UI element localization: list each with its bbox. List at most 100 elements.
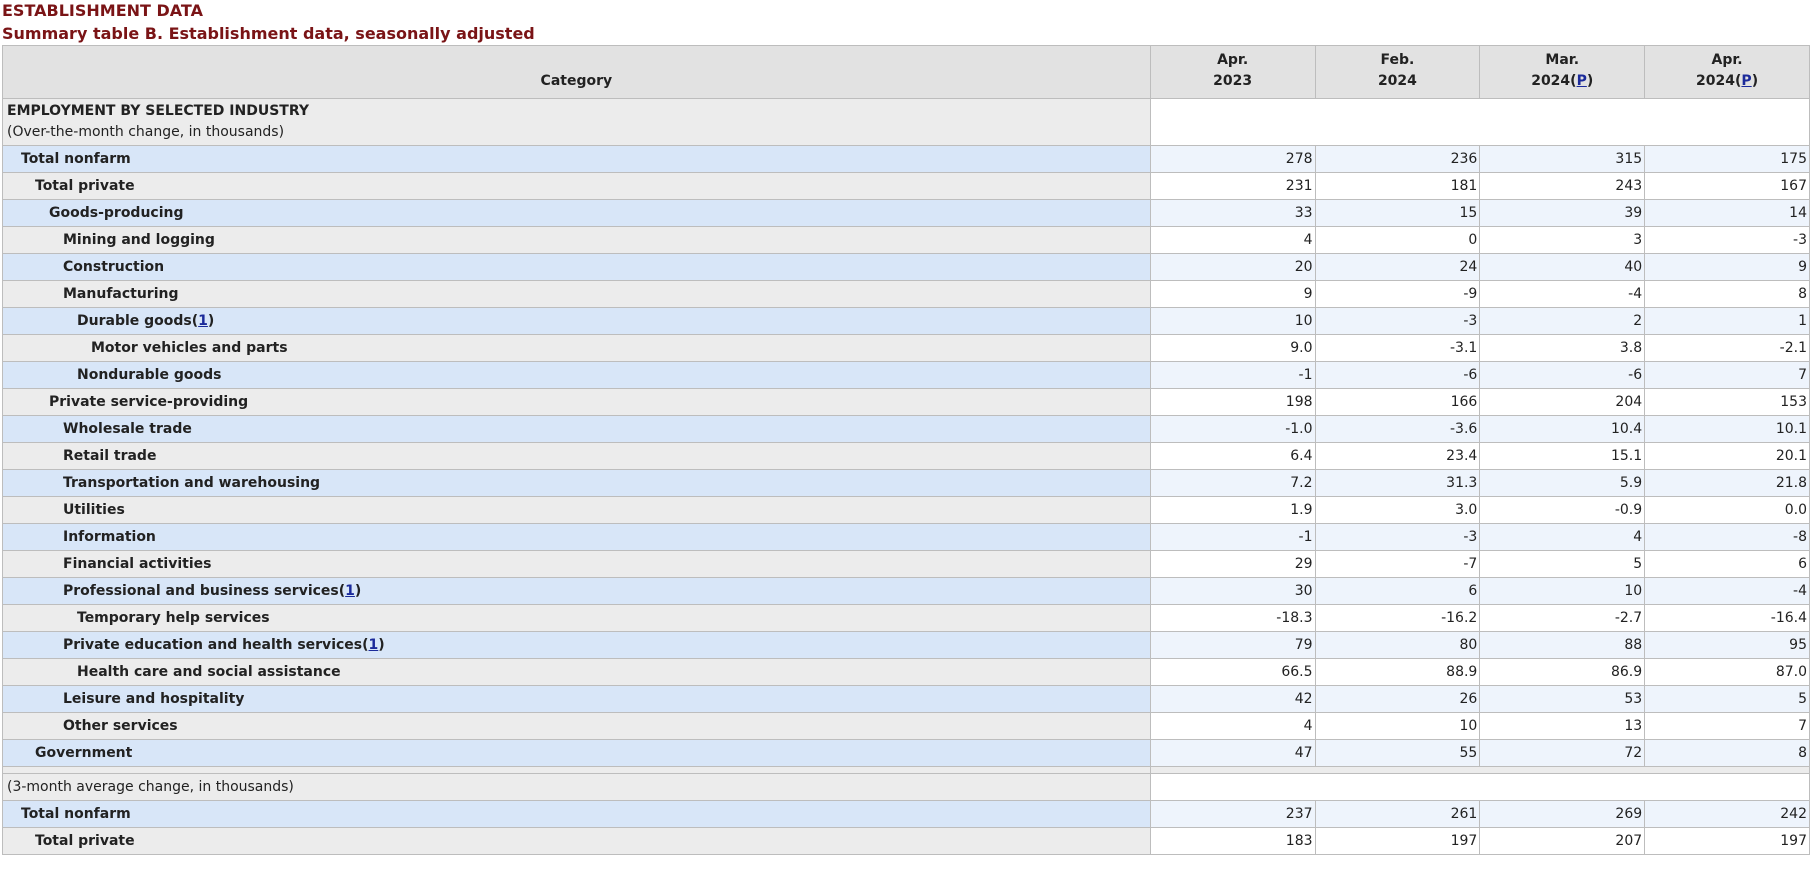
- value-cell: 55: [1314, 739, 1481, 767]
- row-label-text: Private service-providing: [49, 394, 249, 410]
- row-label-text: Professional and business services: [63, 583, 339, 599]
- value-cell: -1: [1149, 523, 1316, 551]
- value-cell: 10: [1479, 577, 1646, 605]
- value-cell: 79: [1149, 631, 1316, 659]
- row-label-goods-producing: Goods-producing: [2, 199, 1151, 227]
- section-title: EMPLOYMENT BY SELECTED INDUSTRY: [7, 103, 309, 119]
- value-cell: -0.9: [1479, 496, 1646, 524]
- table-row: Private service-providing 198 166 204 153: [2, 388, 1810, 416]
- row-label-text: Total nonfarm: [21, 806, 131, 822]
- page-title: ESTABLISHMENT DATA: [2, 1, 203, 20]
- value-cell: -3.6: [1314, 415, 1481, 443]
- row-label-total-private: Total private: [2, 827, 1151, 855]
- table-row: Financial activities 29 -7 5 6: [2, 550, 1810, 578]
- value-cell: -3: [1644, 226, 1810, 254]
- value-cell: 2: [1479, 307, 1646, 335]
- row-label-text: Utilities: [63, 502, 125, 518]
- value-cell: -3: [1314, 523, 1481, 551]
- table-caption: Summary table B. Establishment data, sea…: [2, 24, 535, 43]
- row-label-information: Information: [2, 523, 1151, 551]
- value-cell: -1.0: [1149, 415, 1316, 443]
- value-cell: -4: [1644, 577, 1810, 605]
- value-cell: 4: [1149, 712, 1316, 740]
- row-label-leisure-and-hospitality: Leisure and hospitality: [2, 685, 1151, 713]
- value-cell: -3: [1314, 307, 1481, 335]
- row-label-text: Private education and health services: [63, 637, 363, 653]
- value-cell: 15: [1314, 199, 1481, 227]
- table-row: Leisure and hospitality 42 26 53 5: [2, 685, 1810, 713]
- table-row: Transportation and warehousing 7.2 31.3 5.9…: [2, 469, 1810, 497]
- section-empty-cell: [1149, 98, 1810, 146]
- value-cell: 242: [1644, 800, 1810, 828]
- value-cell: 3.0: [1314, 496, 1481, 524]
- table-row: Professional and business services(1) 30 6…: [2, 577, 1810, 605]
- value-cell: 66.5: [1149, 658, 1316, 686]
- row-label-total-private: Total private: [2, 172, 1151, 200]
- table-row: Wholesale trade -1.0 -3.6 10.4 10.1: [2, 415, 1810, 443]
- value-cell: 13: [1479, 712, 1646, 740]
- value-cell: 30: [1149, 577, 1316, 605]
- row-label-private-education-and-health-services: Private education and health services(1): [2, 631, 1151, 659]
- value-cell: -9: [1314, 280, 1481, 308]
- table-row: Health care and social assistance 66.5 88.…: [2, 658, 1810, 686]
- row-label-nondurable-goods: Nondurable goods: [2, 361, 1151, 389]
- row-label-text: Construction: [63, 259, 165, 275]
- value-cell: 40: [1479, 253, 1646, 281]
- value-cell: 236: [1314, 145, 1481, 173]
- row-label-text: Financial activities: [63, 556, 212, 572]
- footnote-link[interactable]: 1: [345, 583, 355, 599]
- column-header-apr-2024: Apr. 2024(P): [1644, 45, 1810, 99]
- table-row: Total private 183 197 207 197: [2, 827, 1810, 855]
- row-label-mining-and-logging: Mining and logging: [2, 226, 1151, 254]
- column-header-year: 2024(P): [1531, 73, 1594, 89]
- row-label-other-services: Other services: [2, 712, 1151, 740]
- row-label-utilities: Utilities: [2, 496, 1151, 524]
- preliminary-footnote-link[interactable]: P: [1577, 73, 1587, 89]
- column-header-year: 2024(P): [1696, 73, 1759, 89]
- column-header-month: Feb.: [1380, 52, 1415, 68]
- spacer-cell: [1149, 766, 1810, 774]
- value-cell: 6.4: [1149, 442, 1316, 470]
- value-cell: 1: [1644, 307, 1810, 335]
- value-cell: 47: [1149, 739, 1316, 767]
- section-empty-cell: [1149, 773, 1810, 801]
- value-cell: -16.2: [1314, 604, 1481, 632]
- row-label-wholesale-trade: Wholesale trade: [2, 415, 1151, 443]
- row-label-text: Mining and logging: [63, 232, 215, 248]
- table-row: Information -1 -3 4 -8: [2, 523, 1810, 551]
- row-label-motor-vehicles-and-parts: Motor vehicles and parts: [2, 334, 1151, 362]
- value-cell: 5.9: [1479, 469, 1646, 497]
- row-label-transportation-and-warehousing: Transportation and warehousing: [2, 469, 1151, 497]
- value-cell: 183: [1149, 827, 1316, 855]
- value-cell: 198: [1149, 388, 1316, 416]
- value-cell: 3: [1479, 226, 1646, 254]
- table-row: Construction 20 24 40 9: [2, 253, 1810, 281]
- value-cell: 269: [1479, 800, 1646, 828]
- column-header-month: Mar.: [1545, 52, 1580, 68]
- value-cell: 6: [1644, 550, 1810, 578]
- footnote-link[interactable]: 1: [369, 637, 379, 653]
- preliminary-footnote-link[interactable]: P: [1741, 73, 1751, 89]
- row-label-durable-goods: Durable goods(1): [2, 307, 1151, 335]
- row-label-private-service-providing: Private service-providing: [2, 388, 1151, 416]
- table-row: Other services 4 10 13 7: [2, 712, 1810, 740]
- value-cell: -1: [1149, 361, 1316, 389]
- table-row: Temporary help services -18.3 -16.2 -2.7 -16…: [2, 604, 1810, 632]
- section-subtitle: (Over-the-month change, in thousands): [7, 124, 285, 140]
- value-cell: 237: [1149, 800, 1316, 828]
- column-header-year-text: 2024: [1696, 73, 1736, 89]
- column-header-feb-2024: Feb. 2024: [1314, 45, 1481, 99]
- row-label-text: Nondurable goods: [77, 367, 222, 383]
- value-cell: -2.1: [1644, 334, 1810, 362]
- value-cell: 261: [1314, 800, 1481, 828]
- footnote-link[interactable]: 1: [198, 313, 208, 329]
- column-header-apr-2023: Apr. 2023: [1149, 45, 1316, 99]
- value-cell: 7.2: [1149, 469, 1316, 497]
- row-label-text: Transportation and warehousing: [63, 475, 321, 491]
- value-cell: 10: [1149, 307, 1316, 335]
- value-cell: 243: [1479, 172, 1646, 200]
- value-cell: 153: [1644, 388, 1810, 416]
- table-row: Mining and logging 4 0 3 -3: [2, 226, 1810, 254]
- value-cell: 20: [1149, 253, 1316, 281]
- value-cell: 42: [1149, 685, 1316, 713]
